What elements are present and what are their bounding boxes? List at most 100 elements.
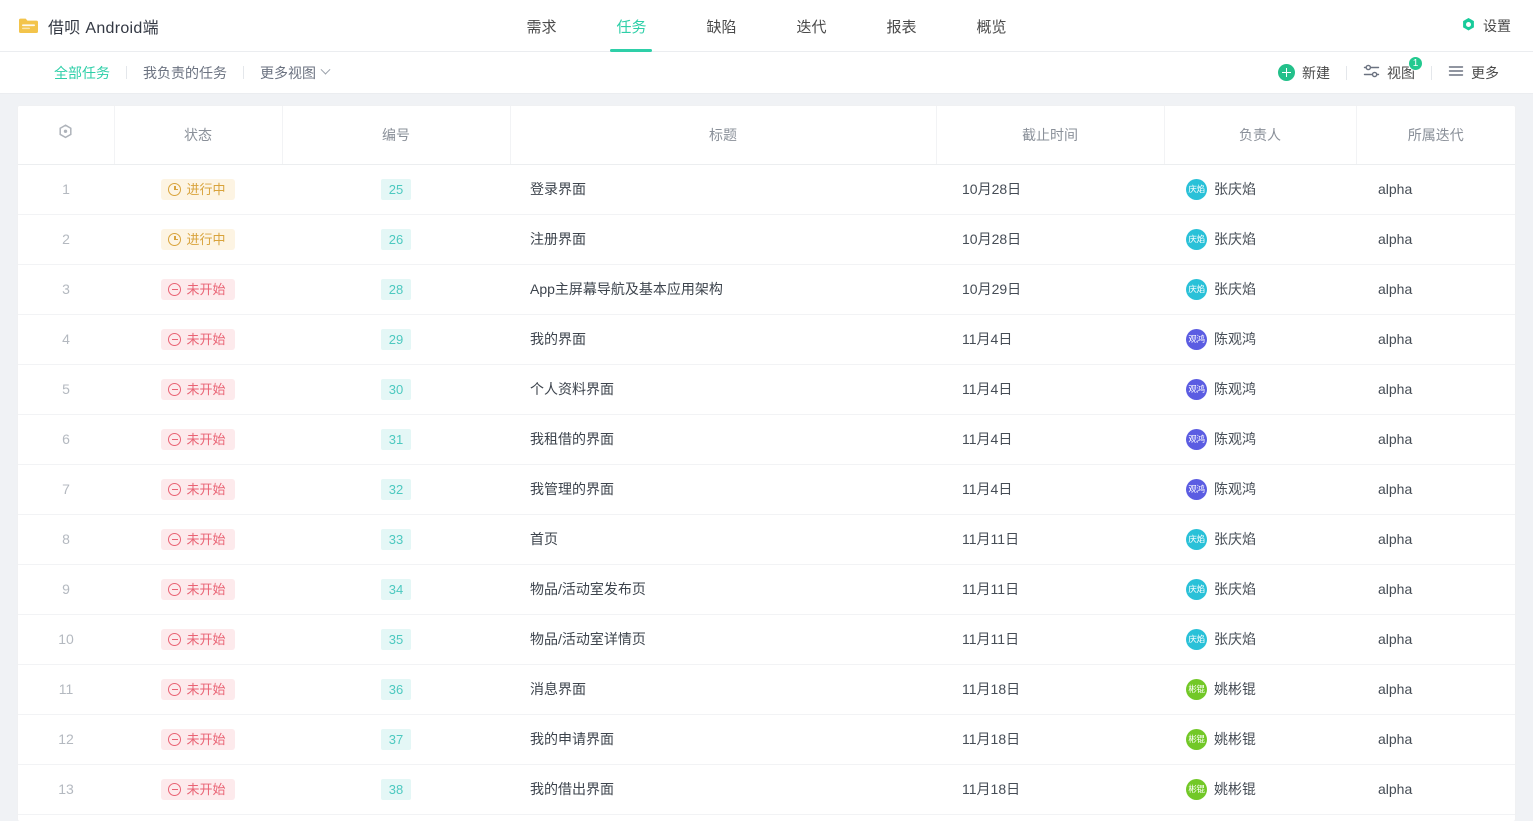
view-settings-button[interactable]: 视图 1 <box>1347 55 1431 83</box>
table-row[interactable]: 3 未开始 28 App主屏幕导航及基本应用架构 10月29日 庆焰 张庆焰 alpha <box>18 264 1515 315</box>
task-title[interactable]: 我的申请界面 <box>510 714 936 765</box>
due-date[interactable]: 10月28日 <box>936 214 1164 265</box>
task-id-cell[interactable]: 26 <box>282 214 510 265</box>
iteration[interactable]: alpha <box>1356 564 1515 615</box>
owner-cell[interactable]: 彬锟 姚彬锟 <box>1164 764 1356 815</box>
iteration[interactable]: alpha <box>1356 164 1515 215</box>
task-id-cell[interactable]: 31 <box>282 414 510 465</box>
table-row[interactable]: 12 未开始 37 我的申请界面 11月18日 彬锟 姚彬锟 alpha <box>18 714 1515 765</box>
owner-cell[interactable]: 彬锟 姚彬锟 <box>1164 664 1356 715</box>
table-row[interactable]: 5 未开始 30 个人资料界面 11月4日 观鸿 陈观鸿 alpha <box>18 364 1515 415</box>
task-id-cell[interactable]: 30 <box>282 364 510 415</box>
task-id-cell[interactable]: 32 <box>282 464 510 515</box>
nav-tab-2[interactable]: 缺陷 <box>676 0 766 52</box>
owner-cell[interactable]: 观鸿 陈观鸿 <box>1164 314 1356 365</box>
owner-cell[interactable]: 观鸿 陈观鸿 <box>1164 414 1356 465</box>
task-id-cell[interactable]: 25 <box>282 164 510 215</box>
table-row[interactable]: 6 未开始 31 我租借的界面 11月4日 观鸿 陈观鸿 alpha <box>18 414 1515 465</box>
owner-cell[interactable]: 庆焰 张庆焰 <box>1164 264 1356 315</box>
owner-cell[interactable]: 观鸿 陈观鸿 <box>1164 464 1356 515</box>
iteration[interactable]: alpha <box>1356 364 1515 415</box>
task-title[interactable]: 我管理的界面 <box>510 464 936 515</box>
status-cell[interactable]: 未开始 <box>114 714 282 765</box>
status-cell[interactable]: 未开始 <box>114 414 282 465</box>
task-title[interactable]: 消息界面 <box>510 664 936 715</box>
status-cell[interactable]: 未开始 <box>114 514 282 565</box>
column-header-due[interactable]: 截止时间 <box>936 106 1165 165</box>
task-id-cell[interactable]: 36 <box>282 664 510 715</box>
nav-tab-0[interactable]: 需求 <box>496 0 586 52</box>
table-row[interactable]: 9 未开始 34 物品/活动室发布页 11月11日 庆焰 张庆焰 alpha <box>18 564 1515 615</box>
task-id-cell[interactable]: 28 <box>282 264 510 315</box>
view-item-2[interactable]: 更多视图 <box>244 63 345 83</box>
task-id-cell[interactable]: 38 <box>282 764 510 815</box>
table-row[interactable]: 1 进行中 25 登录界面 10月28日 庆焰 张庆焰 alpha <box>18 164 1515 215</box>
owner-cell[interactable]: 庆焰 张庆焰 <box>1164 514 1356 565</box>
column-header-title[interactable]: 标题 <box>510 106 937 165</box>
due-date[interactable]: 11月4日 <box>936 314 1164 365</box>
owner-cell[interactable]: 彬锟 姚彬锟 <box>1164 714 1356 765</box>
status-cell[interactable]: 进行中 <box>114 214 282 265</box>
column-settings-header[interactable] <box>18 106 115 165</box>
column-header-iteration[interactable]: 所属迭代 <box>1356 106 1515 165</box>
task-title[interactable]: 个人资料界面 <box>510 364 936 415</box>
due-date[interactable]: 10月28日 <box>936 164 1164 215</box>
due-date[interactable]: 11月11日 <box>936 614 1164 665</box>
due-date[interactable]: 11月18日 <box>936 664 1164 715</box>
owner-cell[interactable]: 观鸿 陈观鸿 <box>1164 364 1356 415</box>
task-title[interactable]: App主屏幕导航及基本应用架构 <box>510 264 936 315</box>
status-cell[interactable]: 未开始 <box>114 264 282 315</box>
column-header-id[interactable]: 编号 <box>282 106 511 165</box>
table-row[interactable]: 10 未开始 35 物品/活动室详情页 11月11日 庆焰 张庆焰 alpha <box>18 614 1515 665</box>
status-cell[interactable]: 未开始 <box>114 614 282 665</box>
owner-cell[interactable]: 庆焰 张庆焰 <box>1164 164 1356 215</box>
column-header-owner[interactable]: 负责人 <box>1164 106 1357 165</box>
table-row[interactable]: 4 未开始 29 我的界面 11月4日 观鸿 陈观鸿 alpha <box>18 314 1515 365</box>
task-title[interactable]: 我租借的界面 <box>510 414 936 465</box>
table-row[interactable]: 8 未开始 33 首页 11月11日 庆焰 张庆焰 alpha <box>18 514 1515 565</box>
task-title[interactable]: 登录界面 <box>510 164 936 215</box>
due-date[interactable]: 11月4日 <box>936 464 1164 515</box>
status-cell[interactable]: 未开始 <box>114 664 282 715</box>
due-date[interactable]: 11月4日 <box>936 364 1164 415</box>
task-id-cell[interactable]: 33 <box>282 514 510 565</box>
iteration[interactable]: alpha <box>1356 314 1515 365</box>
iteration[interactable]: alpha <box>1356 514 1515 565</box>
due-date[interactable]: 11月4日 <box>936 414 1164 465</box>
iteration[interactable]: alpha <box>1356 764 1515 815</box>
task-id-cell[interactable]: 29 <box>282 314 510 365</box>
due-date[interactable]: 11月18日 <box>936 764 1164 815</box>
iteration[interactable]: alpha <box>1356 414 1515 465</box>
due-date[interactable]: 11月11日 <box>936 514 1164 565</box>
task-id-cell[interactable]: 37 <box>282 714 510 765</box>
owner-cell[interactable]: 庆焰 张庆焰 <box>1164 614 1356 665</box>
more-actions-button[interactable]: 更多 <box>1432 63 1515 83</box>
view-item-1[interactable]: 我负责的任务 <box>127 63 243 83</box>
iteration[interactable]: alpha <box>1356 264 1515 315</box>
status-cell[interactable]: 未开始 <box>114 564 282 615</box>
iteration[interactable]: alpha <box>1356 664 1515 715</box>
task-title[interactable]: 我的借出界面 <box>510 764 936 815</box>
view-item-0[interactable]: 全部任务 <box>38 63 126 83</box>
owner-cell[interactable]: 庆焰 张庆焰 <box>1164 214 1356 265</box>
task-title[interactable]: 注册界面 <box>510 214 936 265</box>
task-title[interactable]: 物品/活动室发布页 <box>510 564 936 615</box>
due-date[interactable]: 11月11日 <box>936 564 1164 615</box>
nav-tab-4[interactable]: 报表 <box>857 0 947 52</box>
due-date[interactable]: 11月18日 <box>936 714 1164 765</box>
status-cell[interactable]: 未开始 <box>114 364 282 415</box>
table-row[interactable]: 7 未开始 32 我管理的界面 11月4日 观鸿 陈观鸿 alpha <box>18 464 1515 515</box>
due-date[interactable]: 10月29日 <box>936 264 1164 315</box>
nav-tab-3[interactable]: 迭代 <box>767 0 857 52</box>
iteration[interactable]: alpha <box>1356 214 1515 265</box>
table-row[interactable]: 11 未开始 36 消息界面 11月18日 彬锟 姚彬锟 alpha <box>18 664 1515 715</box>
task-title[interactable]: 物品/活动室详情页 <box>510 614 936 665</box>
iteration[interactable]: alpha <box>1356 614 1515 665</box>
status-cell[interactable]: 进行中 <box>114 164 282 215</box>
table-row[interactable]: 2 进行中 26 注册界面 10月28日 庆焰 张庆焰 alpha <box>18 214 1515 265</box>
iteration[interactable]: alpha <box>1356 714 1515 765</box>
new-task-button[interactable]: 新建 <box>1262 63 1346 83</box>
column-header-state[interactable]: 状态 <box>114 106 283 165</box>
task-id-cell[interactable]: 35 <box>282 614 510 665</box>
owner-cell[interactable]: 庆焰 张庆焰 <box>1164 564 1356 615</box>
